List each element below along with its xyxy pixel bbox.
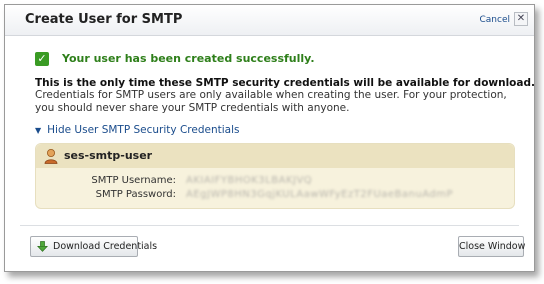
smtp-username-value: AKIAIFYBHOK3LBAKJVQ	[186, 175, 313, 186]
download-credentials-button[interactable]: Download Credentials	[30, 236, 157, 257]
close-window-button[interactable]: Close Window	[458, 236, 525, 257]
smtp-user-name: ses-smtp-user	[64, 149, 153, 162]
check-icon: ✓	[35, 52, 49, 66]
user-icon	[44, 149, 58, 164]
hide-credentials-toggle[interactable]: ▼ Hide User SMTP Security Credentials	[35, 124, 239, 136]
credentials-notice: Credentials for SMTP users are only avai…	[35, 89, 507, 114]
create-user-dialog: Create User for SMTP Cancel ✕ ✓ Your use…	[4, 4, 535, 272]
cancel-link[interactable]: Cancel	[480, 15, 511, 25]
dialog-titlebar: Create User for SMTP Cancel ✕	[5, 5, 534, 36]
smtp-password-value: AEgJWP8HN3GqjKULAawWFyEzT2FUaeBanuAdmP	[186, 189, 454, 200]
download-warning: This is the only time these SMTP securit…	[35, 77, 535, 89]
footer-divider	[20, 225, 519, 226]
hide-credentials-label: Hide User SMTP Security Credentials	[47, 124, 240, 136]
credentials-panel: ses-smtp-user SMTP Username: AKIAIFYBHOK…	[35, 143, 515, 209]
smtp-username-label: SMTP Username:	[91, 175, 176, 186]
success-message: Your user has been created successfully.	[62, 52, 315, 65]
download-arrow-icon	[37, 241, 48, 252]
download-credentials-label: Download Credentials	[53, 241, 158, 252]
credentials-panel-header: ses-smtp-user	[36, 144, 514, 168]
triangle-down-icon: ▼	[35, 126, 42, 135]
dialog-title: Create User for SMTP	[25, 12, 183, 27]
smtp-password-label: SMTP Password:	[95, 189, 176, 200]
close-icon[interactable]: ✕	[514, 12, 528, 26]
